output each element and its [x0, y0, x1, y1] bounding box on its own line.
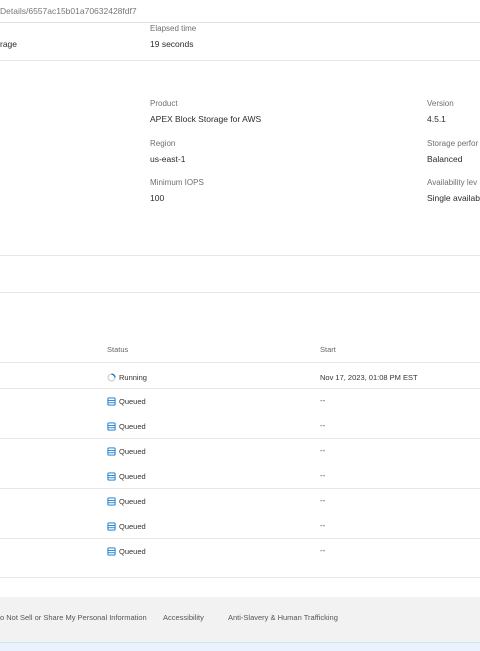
version-value: 4.5.1: [427, 114, 446, 124]
do-not-sell-link[interactable]: o Not Sell or Share My Personal Informat…: [0, 613, 147, 622]
availability-label: Availability lev: [427, 178, 478, 187]
divider: [0, 292, 480, 293]
start-time: --: [320, 496, 326, 505]
top-bar: Details/6557ac15b01a70632428fdf7: [0, 0, 480, 23]
start-time: --: [320, 546, 326, 555]
elapsed-time-value: 19 seconds: [150, 39, 194, 49]
status-text: Queued: [119, 447, 146, 456]
minimum-iops-label: Minimum IOPS: [150, 178, 204, 187]
row-divider: [0, 538, 480, 539]
status-text: Queued: [119, 397, 146, 406]
start-column-header[interactable]: Start: [320, 345, 336, 354]
status-text: Queued: [119, 522, 146, 531]
storage-performance-value: Balanced: [427, 154, 463, 164]
queue-icon: [107, 497, 116, 506]
divider: [0, 60, 480, 61]
start-time: --: [320, 471, 326, 480]
spinner-icon: [107, 373, 116, 382]
row-divider: [0, 488, 480, 489]
accessibility-link[interactable]: Accessibility: [163, 613, 204, 622]
queue-icon: [107, 472, 116, 481]
availability-value: Single availabi: [427, 193, 480, 203]
breadcrumb[interactable]: Details/6557ac15b01a70632428fdf7: [0, 6, 137, 16]
row-divider: [0, 438, 480, 439]
queue-icon: [107, 522, 116, 531]
queue-icon: [107, 397, 116, 406]
version-label: Version: [427, 99, 454, 108]
elapsed-time-label: Elapsed time: [150, 24, 197, 33]
status-text: Queued: [119, 547, 146, 556]
divider: [0, 577, 480, 578]
status-text: Queued: [119, 497, 146, 506]
divider: [0, 255, 480, 256]
status-column-header[interactable]: Status: [107, 345, 128, 354]
start-time: --: [320, 521, 326, 530]
anti-slavery-link[interactable]: Anti-Slavery & Human Trafficking: [228, 613, 338, 622]
product-label: Product: [150, 99, 178, 108]
storage-performance-label: Storage perfor: [427, 139, 479, 148]
status-text: Queued: [119, 472, 146, 481]
product-value: APEX Block Storage for AWS: [150, 114, 262, 124]
summary-left-value: rage: [0, 39, 18, 49]
start-time: --: [320, 421, 326, 430]
queue-icon: [107, 422, 116, 431]
minimum-iops-value: 100: [150, 193, 165, 203]
region-value: us-east-1: [150, 154, 186, 164]
region-label: Region: [150, 139, 176, 148]
table-header-divider: [0, 362, 480, 363]
queue-icon: [107, 447, 116, 456]
start-time: --: [320, 446, 326, 455]
start-time: Nov 17, 2023, 01:08 PM EST: [320, 373, 418, 382]
queue-icon: [107, 547, 116, 556]
status-text: Running: [119, 373, 147, 382]
status-text: Queued: [119, 422, 146, 431]
row-divider: [0, 388, 480, 389]
start-time: --: [320, 396, 326, 405]
